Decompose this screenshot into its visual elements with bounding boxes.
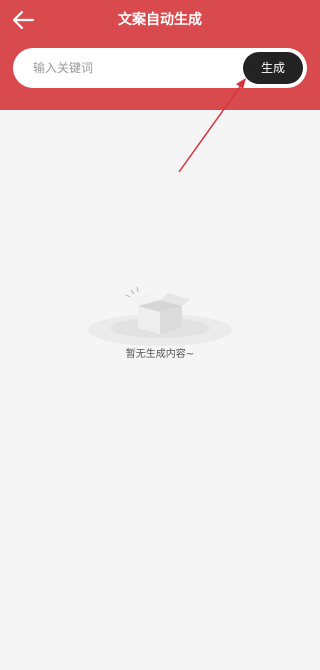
empty-box-icon [88, 286, 232, 346]
page-title: 文案自动生成 [118, 12, 202, 28]
search-bar: 生成 [13, 48, 307, 88]
header: 文案自动生成 生成 [0, 0, 320, 110]
empty-state: 暂无生成内容~ [0, 278, 320, 378]
screen: 文案自动生成 生成 暂无生成内容~ [0, 0, 320, 670]
keyword-input[interactable] [33, 48, 233, 88]
empty-message: 暂无生成内容~ [125, 349, 195, 360]
generate-button[interactable]: 生成 [243, 52, 303, 84]
